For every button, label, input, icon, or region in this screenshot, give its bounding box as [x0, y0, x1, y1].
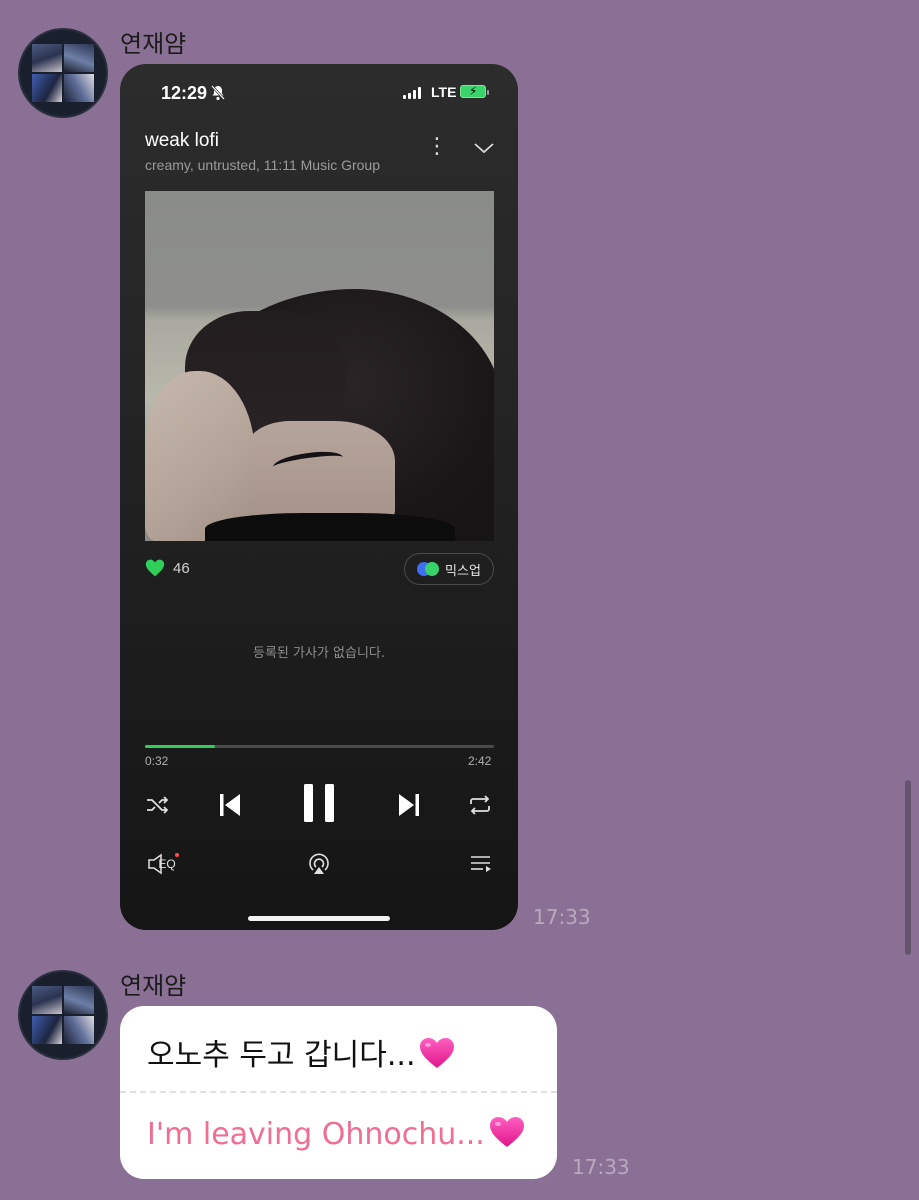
track-artists: creamy, untrusted, 11:11 Music Group — [145, 157, 380, 173]
avatar-photo-tile — [32, 1016, 62, 1044]
no-lyrics-message: 등록된 가사가 없습니다. — [253, 646, 385, 661]
progress-bar[interactable] — [145, 745, 494, 748]
mixup-button[interactable]: 믹스업 — [404, 553, 494, 585]
pause-icon[interactable] — [302, 782, 336, 824]
original-text: 오노추 두고 갑니다... — [147, 1038, 416, 1073]
shared-screenshot-image[interactable]: 12:29 LTE ⚡ weak lofi creamy, untrusted,… — [120, 64, 518, 930]
translated-message: I'm leaving Ohnochu... — [147, 1116, 525, 1152]
translation-divider — [120, 1091, 557, 1093]
message-time: 17:33 — [533, 905, 591, 929]
pink-heart-icon — [489, 1117, 524, 1147]
sender-name: 연재얌 — [120, 972, 187, 1000]
avatar-photo-tile — [64, 74, 94, 102]
elapsed-time: 0:32 — [145, 754, 169, 768]
album-art — [145, 191, 494, 541]
message-bubble[interactable]: 오노추 두고 갑니다... I'm leaving Ohnochu... — [120, 1006, 557, 1179]
signal-icon — [403, 87, 421, 99]
previous-icon[interactable] — [217, 791, 243, 819]
heart-icon — [145, 559, 165, 577]
repeat-icon[interactable] — [467, 792, 493, 818]
like-button[interactable]: 46 — [145, 558, 190, 578]
playlist-icon[interactable] — [468, 851, 494, 877]
like-count: 46 — [173, 559, 190, 577]
eq-notification-dot — [175, 853, 179, 857]
pink-heart-icon — [420, 1038, 455, 1068]
translated-text: I'm leaving Ohnochu... — [147, 1117, 485, 1152]
avatar-photo-tile — [32, 74, 62, 102]
track-title: weak lofi — [145, 130, 219, 151]
original-message: 오노추 두고 갑니다... — [147, 1030, 455, 1074]
eq-label: EQ — [158, 857, 176, 871]
avatar[interactable] — [18, 970, 108, 1060]
sender-name: 연재얌 — [120, 30, 187, 58]
battery-charging-icon: ⚡ — [460, 84, 489, 98]
status-clock: 12:29 — [161, 83, 208, 103]
airplay-icon[interactable] — [306, 851, 332, 877]
status-bar: 12:29 LTE ⚡ — [120, 83, 518, 105]
progress-fill — [145, 745, 215, 748]
mixup-logo-icon — [417, 562, 440, 576]
total-time: 2:42 — [468, 754, 492, 768]
avatar-photo-tile — [64, 1016, 94, 1044]
avatar[interactable] — [18, 28, 108, 118]
scrollbar[interactable] — [905, 780, 911, 955]
network-label: LTE — [431, 84, 457, 100]
more-icon[interactable]: ⋮ — [426, 136, 448, 158]
message-time: 17:33 — [572, 1155, 630, 1179]
next-icon[interactable] — [396, 791, 422, 819]
mixup-label: 믹스업 — [445, 563, 481, 579]
avatar-photo-tile — [64, 986, 94, 1014]
avatar-photo-tile — [32, 44, 62, 72]
eq-icon[interactable]: EQ — [145, 851, 179, 877]
home-indicator — [248, 916, 390, 921]
avatar-photo-tile — [32, 986, 62, 1014]
avatar-photo-tile — [64, 44, 94, 72]
shuffle-icon[interactable] — [145, 792, 171, 818]
mute-bell-icon — [211, 85, 225, 105]
chevron-down-icon[interactable] — [473, 140, 495, 156]
